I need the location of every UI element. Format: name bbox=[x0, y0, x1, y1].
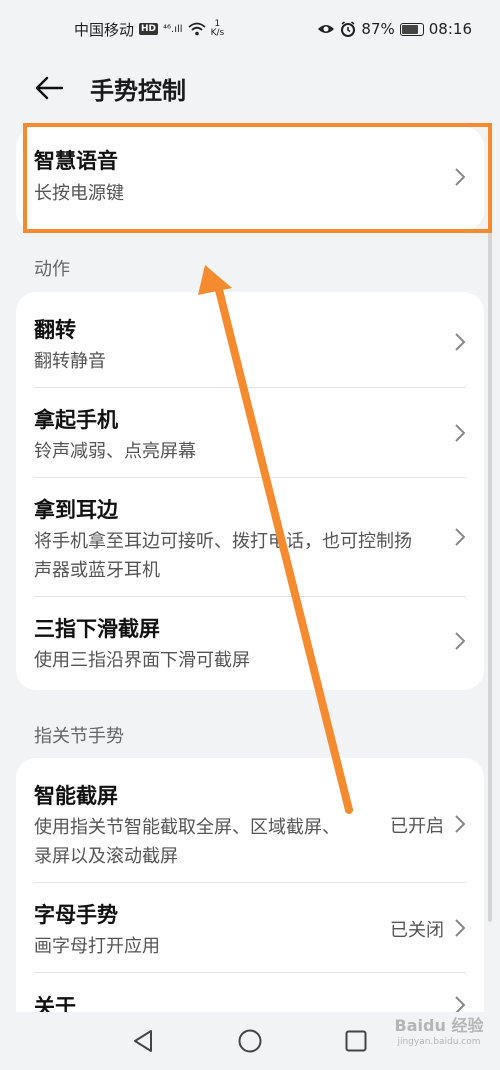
eye-icon bbox=[318, 25, 335, 33]
battery-percent: 87% bbox=[361, 20, 395, 38]
list-item-letter-gesture[interactable]: 字母手势 画字母打开应用 已关闭 bbox=[16, 883, 484, 972]
nav-home-icon[interactable] bbox=[237, 1028, 263, 1054]
carrier-label: 中国移动 bbox=[74, 20, 135, 39]
item-title: 智能截屏 bbox=[34, 784, 118, 808]
item-subtitle: 翻转静音 bbox=[34, 351, 106, 372]
section-label-knuckle: 指关节手势 bbox=[34, 726, 124, 747]
status-bar: 中国移动 HD ⁴⁶.ıll 1 K/s 87% 08:16 bbox=[0, 0, 500, 58]
page-title: 手势控制 bbox=[90, 76, 186, 105]
status-enabled: 已开启 bbox=[390, 816, 444, 837]
list-item-smart-voice[interactable]: 智慧语音 长按电源键 bbox=[16, 127, 484, 231]
baidu-watermark: Baidu 经验 jingyan.baidu.com bbox=[384, 1018, 494, 1050]
wifi-icon bbox=[187, 22, 206, 36]
item-subtitle: 使用指关节智能截取全屏、区域截屏、录屏以及滚动截屏 bbox=[34, 817, 340, 867]
section-label-actions: 动作 bbox=[34, 259, 70, 280]
hd-icon: HD bbox=[139, 23, 159, 35]
chevron-right-icon bbox=[455, 919, 466, 937]
nav-back-icon[interactable] bbox=[131, 1028, 155, 1054]
scrollbar[interactable] bbox=[488, 232, 492, 922]
watermark-url: jingyan.baidu.com bbox=[397, 1037, 481, 1047]
item-title: 拿到耳边 bbox=[34, 498, 118, 522]
item-title: 翻转 bbox=[34, 318, 76, 342]
network-speed: 1 K/s bbox=[210, 19, 225, 38]
item-subtitle: 画字母打开应用 bbox=[34, 936, 160, 957]
nav-recents-icon[interactable] bbox=[344, 1029, 368, 1053]
signal-icon: ⁴⁶.ıll bbox=[163, 23, 183, 35]
clock: 08:16 bbox=[428, 20, 472, 38]
chevron-right-icon bbox=[455, 168, 466, 186]
actions-card: 翻转 翻转静音 拿起手机 铃声减弱、点亮屏幕 拿到耳边 将手机拿至耳边可接听、拨… bbox=[16, 292, 484, 690]
chevron-right-icon bbox=[455, 333, 466, 351]
chevron-right-icon bbox=[455, 424, 466, 442]
navigation-bar: Baidu 经验 jingyan.baidu.com bbox=[0, 1012, 500, 1070]
chevron-right-icon bbox=[455, 815, 466, 833]
item-subtitle: 将手机拿至耳边可接听、拨打电话，也可控制扬声器或蓝牙耳机 bbox=[34, 531, 412, 581]
list-item-raise-to-ear[interactable]: 拿到耳边 将手机拿至耳边可接听、拨打电话，也可控制扬声器或蓝牙耳机 bbox=[16, 478, 484, 596]
item-subtitle: 使用三指沿界面下滑可截屏 bbox=[34, 650, 250, 671]
item-title: 智慧语音 bbox=[34, 149, 118, 173]
list-item-three-finger-screenshot[interactable]: 三指下滑截屏 使用三指沿界面下滑可截屏 bbox=[16, 597, 484, 690]
back-arrow-icon[interactable] bbox=[34, 74, 66, 102]
list-item-pick-up[interactable]: 拿起手机 铃声减弱、点亮屏幕 bbox=[16, 388, 484, 477]
knuckle-card: 智能截屏 使用指关节智能截取全屏、区域截屏、录屏以及滚动截屏 已开启 字母手势 … bbox=[16, 758, 484, 1038]
item-subtitle: 长按电源键 bbox=[34, 183, 124, 204]
list-item-flip[interactable]: 翻转 翻转静音 bbox=[16, 292, 484, 387]
item-title: 字母手势 bbox=[34, 903, 118, 927]
status-disabled: 已关闭 bbox=[390, 920, 444, 941]
chevron-right-icon bbox=[455, 632, 466, 650]
chevron-right-icon bbox=[455, 528, 466, 546]
smart-voice-card: 智慧语音 长按电源键 bbox=[16, 127, 484, 231]
page-header: 手势控制 bbox=[0, 62, 500, 114]
item-subtitle: 铃声减弱、点亮屏幕 bbox=[34, 441, 196, 462]
list-item-smart-screenshot[interactable]: 智能截屏 使用指关节智能截取全屏、区域截屏、录屏以及滚动截屏 已开启 bbox=[16, 758, 484, 882]
item-title: 三指下滑截屏 bbox=[34, 617, 160, 641]
item-title: 拿起手机 bbox=[34, 408, 118, 432]
watermark-text: Baidu 经验 bbox=[394, 1016, 484, 1035]
alarm-icon bbox=[341, 21, 356, 37]
battery-icon bbox=[399, 22, 424, 36]
